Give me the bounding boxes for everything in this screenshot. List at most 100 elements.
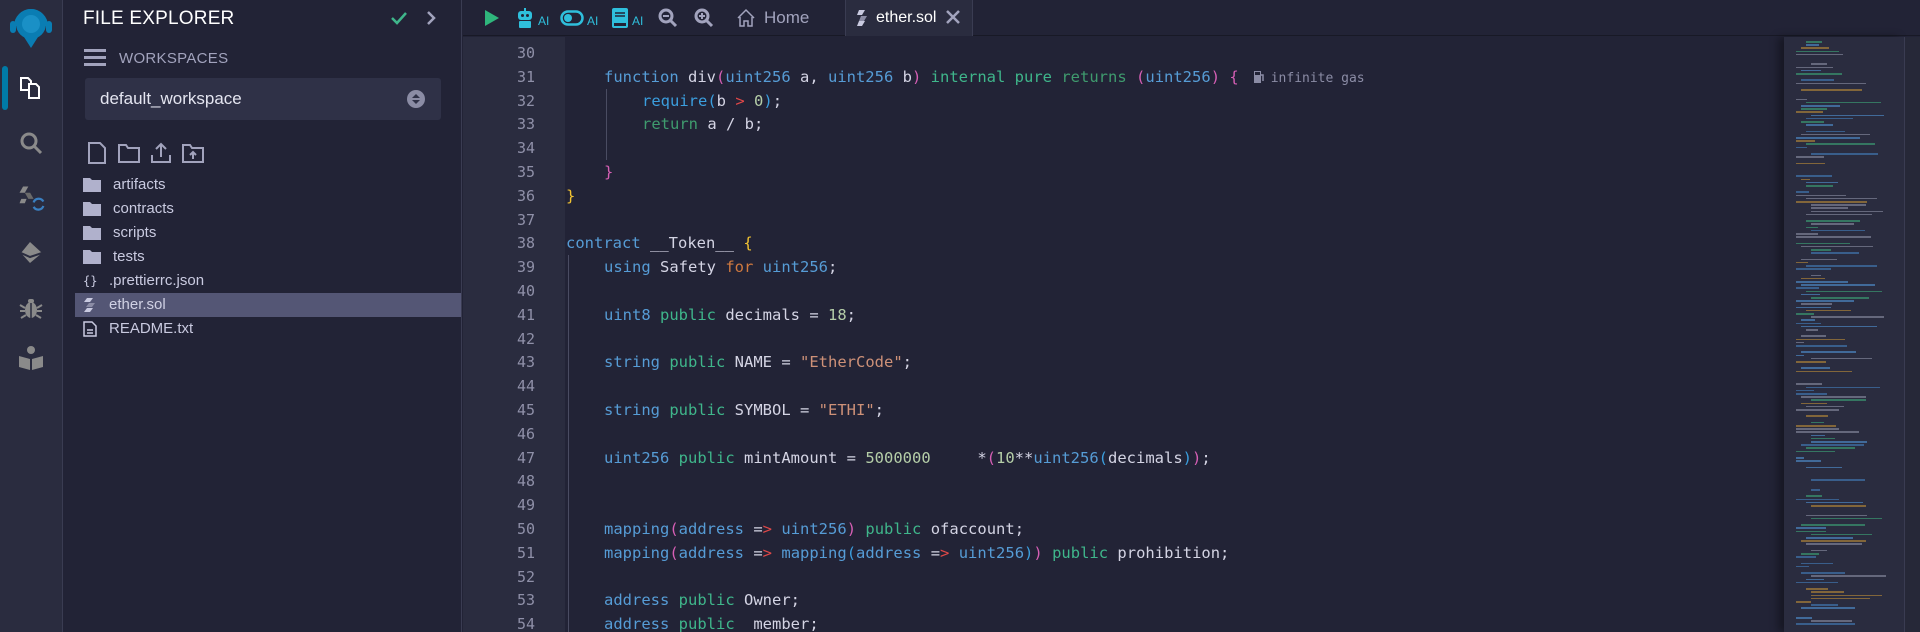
code-line[interactable]: 31 function div(uint256 a, uint256 b) int… — [463, 65, 1763, 89]
code-minimap[interactable] — [1784, 37, 1904, 632]
code-line[interactable]: 50 mapping(address => uint256) public ofa… — [463, 517, 1763, 541]
ai-docs-button[interactable]: AI — [611, 6, 643, 30]
run-button[interactable] — [483, 6, 501, 30]
minimap-line — [1806, 537, 1854, 539]
minimap-line — [1811, 421, 1824, 424]
code-line[interactable]: 43 string public NAME = "EtherCode"; — [463, 350, 1763, 374]
zoom-out-button[interactable] — [658, 6, 678, 30]
remix-logo-icon[interactable] — [6, 4, 56, 52]
tree-file[interactable]: ether.sol — [75, 293, 461, 317]
minimap-line — [1796, 50, 1839, 53]
new-folder-button[interactable] — [116, 140, 142, 166]
code-line[interactable]: 47 uint256 public mintAmount = 5000000 *(… — [463, 446, 1763, 470]
code-line[interactable]: 54 address public _member; — [463, 612, 1763, 632]
active-indicator — [2, 66, 8, 110]
code-line[interactable]: 34 — [463, 136, 1763, 160]
upload-file-button[interactable] — [148, 140, 174, 166]
code-token: ; — [772, 91, 783, 110]
minimap-line — [1806, 44, 1820, 46]
line-number: 42 — [516, 329, 535, 348]
code-token: _member; — [734, 615, 819, 632]
rail-item-deploy-run[interactable] — [16, 238, 46, 268]
tab-ether-sol[interactable]: ether.sol — [845, 0, 973, 36]
code-line[interactable]: 36} — [463, 184, 1763, 208]
minimap-line — [1801, 335, 1826, 337]
close-tab-icon[interactable] — [944, 8, 962, 26]
line-number: 49 — [516, 496, 535, 515]
tree-item-label: scripts — [113, 224, 157, 241]
minimap-line — [1806, 514, 1868, 517]
hamburger-menu-icon[interactable] — [84, 48, 106, 66]
line-number: 46 — [516, 424, 535, 443]
rail-item-learneth[interactable] — [16, 343, 46, 373]
code-line[interactable]: 44 — [463, 374, 1763, 398]
code-line[interactable]: 48 — [463, 469, 1763, 493]
chevron-right-icon[interactable] — [422, 8, 440, 28]
code-line[interactable]: 32 require(b > 0); — [463, 89, 1763, 113]
minimap-line — [1801, 553, 1820, 555]
code-token: public — [678, 591, 735, 610]
minimap-line — [1796, 623, 1856, 625]
code-line[interactable]: 42 — [463, 327, 1763, 351]
code-line[interactable]: 37 — [463, 208, 1763, 232]
rail-item-file-explorer[interactable] — [16, 73, 46, 103]
gas-pump-icon — [1253, 70, 1264, 83]
home-icon — [737, 8, 755, 27]
minimap-line — [1796, 556, 1816, 558]
code-line[interactable]: 40 — [463, 279, 1763, 303]
code-token: 0 — [754, 91, 764, 110]
workspace-select[interactable]: default_workspace — [85, 78, 441, 120]
tree-folder[interactable]: contracts — [75, 197, 461, 221]
minimap-line — [1796, 361, 1826, 363]
code-line[interactable]: 51 mapping(address => mapping(address => … — [463, 541, 1763, 565]
rail-item-search[interactable] — [16, 128, 46, 158]
zoom-in-button[interactable] — [694, 6, 714, 30]
tree-folder[interactable]: tests — [75, 245, 461, 269]
editor-scrollbar[interactable] — [1904, 37, 1920, 632]
code-line[interactable]: 30 — [463, 41, 1763, 65]
tree-folder[interactable]: artifacts — [75, 173, 461, 197]
code-token: uint256 — [958, 543, 1025, 562]
code-line[interactable]: 45 string public SYMBOL = "ETHI"; — [463, 398, 1763, 422]
code-line[interactable]: 35} — [463, 160, 1763, 184]
code-line[interactable]: 52 — [463, 565, 1763, 589]
code-area[interactable]: 30 31 function div(uint256 a, uint256 b) i… — [463, 37, 1783, 632]
code-text: uint256 public mintAmount = 5000000 *(10… — [604, 449, 1211, 467]
tree-file[interactable]: {} .prettierrc.json — [75, 269, 461, 293]
minimap-line — [1811, 63, 1828, 65]
code-line[interactable]: 49 — [463, 493, 1763, 517]
minimap-line — [1806, 197, 1878, 200]
code-line[interactable]: 46 — [463, 422, 1763, 446]
tab-home[interactable]: Home — [736, 0, 809, 36]
code-line[interactable]: 53 address public Owner; — [463, 588, 1763, 612]
robot-icon — [518, 8, 532, 28]
tree-file[interactable]: README.txt — [75, 317, 461, 341]
line-number: 45 — [516, 401, 535, 419]
ai-copilot-button[interactable]: AI — [515, 6, 549, 30]
folder-icon — [83, 225, 101, 241]
code-line[interactable]: 39 using Safety for uint256; — [463, 255, 1763, 279]
code-text: function div(uint256 a, uint256 b) inter… — [604, 68, 1365, 86]
check-icon — [391, 12, 407, 25]
minimap-line — [1796, 281, 1848, 283]
rail-item-debugger[interactable] — [16, 293, 46, 323]
line-number: 54 — [516, 615, 535, 632]
code-token: > — [762, 543, 773, 562]
upload-folder-button[interactable] — [180, 140, 206, 166]
new-file-icon — [88, 142, 106, 164]
code-line[interactable]: 38 contract __Token__ { — [463, 231, 1763, 255]
tree-folder[interactable]: scripts — [75, 221, 461, 245]
code-line[interactable]: 33 return a / b; — [463, 112, 1763, 136]
code-line[interactable]: 41 uint8 public decimals = 18; — [463, 303, 1763, 327]
minimap-line — [1811, 517, 1882, 520]
minimap-line — [1811, 114, 1884, 117]
new-file-button[interactable] — [84, 140, 110, 166]
book-icon — [612, 8, 628, 28]
ai-toggle-button[interactable]: AI — [560, 6, 598, 30]
code-editor[interactable]: 30 31 function div(uint256 a, uint256 b) i… — [463, 37, 1783, 632]
rail-item-solidity-compiler[interactable] — [16, 183, 46, 213]
